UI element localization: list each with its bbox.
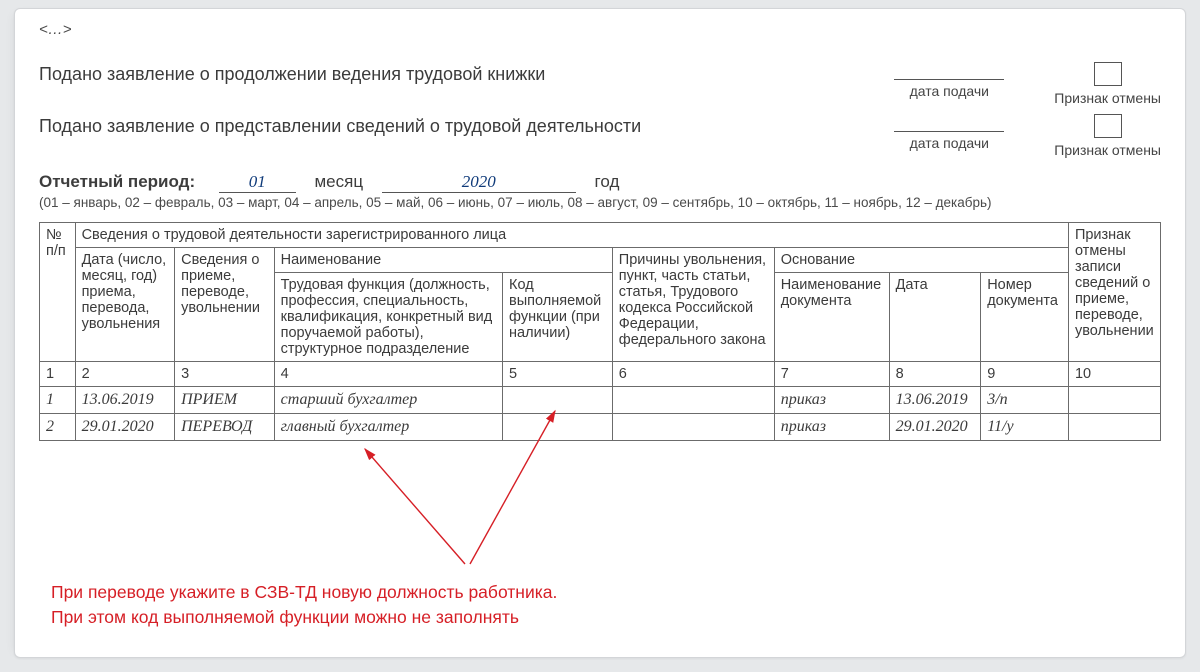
date-label: дата подачи	[894, 83, 1004, 99]
cancel-label: Признак отмены	[1054, 90, 1161, 106]
reporting-period: Отчетный период: 01 месяц 2020 год	[39, 172, 1161, 193]
date-slot-2: дата подачи	[894, 114, 1004, 158]
period-month-value: 01	[219, 172, 296, 193]
activity-table: № п/п Сведения о трудовой деятельности з…	[39, 222, 1161, 441]
checkbox-1[interactable]	[1094, 62, 1122, 86]
document-sheet: <…> Подано заявление о продолжении веден…	[14, 8, 1186, 658]
th-ddate: Дата	[889, 273, 981, 362]
footnote-line-2: При этом код выполняемой функции можно н…	[51, 605, 557, 630]
cancel-flag-2: Признак отмены	[1054, 114, 1161, 158]
table-row: 1 13.06.2019 ПРИЕМ старший бухгалтер при…	[40, 387, 1161, 414]
th-num: № п/п	[40, 223, 76, 362]
period-year-value: 2020	[382, 172, 576, 193]
footnote-line-1: При переводе укажите в СЗВ-ТД новую долж…	[51, 580, 557, 605]
period-note: (01 – январь, 02 – февраль, 03 – март, 0…	[39, 195, 1161, 210]
th-code: Код выполняемой функции (при наличии)	[503, 273, 613, 362]
date-slot-1: дата подачи	[894, 62, 1004, 106]
th-doc: Наименование документа	[774, 273, 889, 362]
th-supergroup: Сведения о трудовой деятельности зарегис…	[75, 223, 1068, 248]
th-dnum: Номер документа	[981, 273, 1069, 362]
th-base-group: Основание	[774, 248, 1068, 273]
statement-row-1: Подано заявление о продолжении ведения т…	[39, 62, 1161, 106]
statement-2-text: Подано заявление о представлении сведени…	[39, 114, 679, 139]
th-info: Сведения о приеме, переводе, увольнении	[175, 248, 275, 362]
cancel-flag-1: Признак отмены	[1054, 62, 1161, 106]
ellipsis-marker: <…>	[39, 21, 1161, 38]
cancel-label-2: Признак отмены	[1054, 142, 1161, 158]
period-title: Отчетный период:	[39, 172, 195, 191]
statement-1-text: Подано заявление о продолжении ведения т…	[39, 62, 679, 87]
th-flag: Признак отмены записи сведений о приеме,…	[1068, 223, 1160, 362]
table-row: 2 29.01.2020 ПЕРЕВОД главный бухгалтер п…	[40, 414, 1161, 441]
period-year-label: год	[595, 172, 620, 191]
date-label-2: дата подачи	[894, 135, 1004, 151]
footnote: При переводе укажите в СЗВ-ТД новую долж…	[51, 580, 557, 629]
th-func: Трудовая функция (должность, профессия, …	[274, 273, 502, 362]
colnum-row: 123 456 789 10	[40, 362, 1161, 387]
period-month-label: месяц	[314, 172, 363, 191]
statement-row-2: Подано заявление о представлении сведени…	[39, 114, 1161, 158]
th-date: Дата (число, месяц, год) приема, перевод…	[75, 248, 175, 362]
th-cause: Причины увольнения, пункт, часть статьи,…	[612, 248, 774, 362]
th-name-group: Наименование	[274, 248, 612, 273]
checkbox-2[interactable]	[1094, 114, 1122, 138]
